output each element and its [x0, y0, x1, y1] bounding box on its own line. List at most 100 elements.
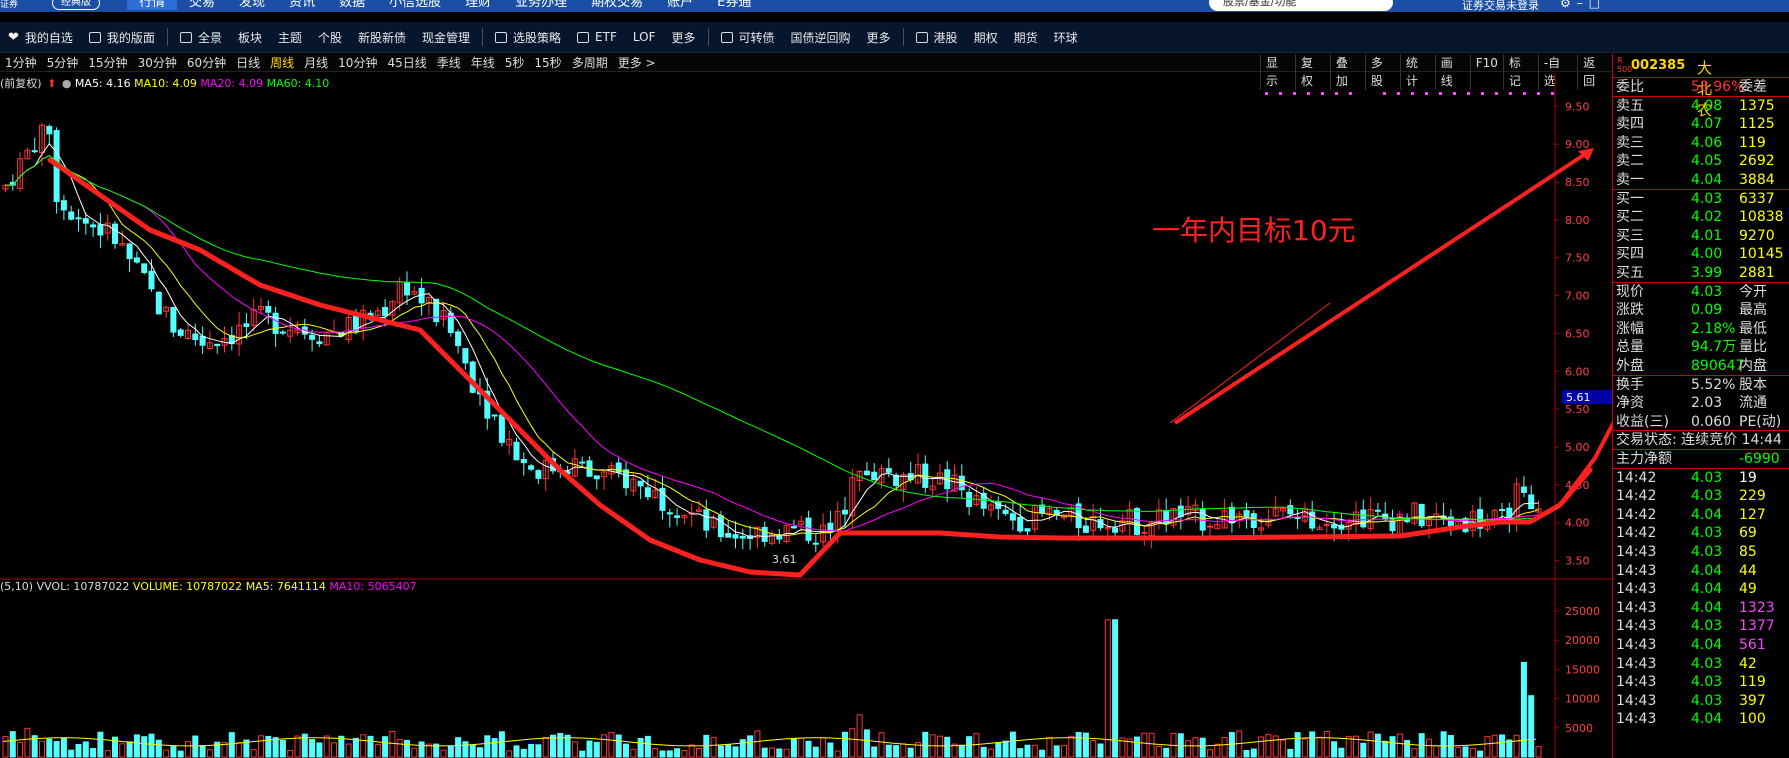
toolbar-item[interactable]: 港股	[908, 22, 966, 52]
main-menu-item[interactable]: 资讯	[277, 0, 327, 10]
main-menu-item[interactable]: 账户	[655, 0, 705, 10]
bid-row[interactable]: 买一 4.03 6337	[1613, 190, 1789, 208]
period-tab[interactable]: 15秒	[529, 54, 566, 72]
period-tab[interactable]: 30分钟	[133, 54, 182, 72]
settings-icon[interactable]: ⚙	[1560, 0, 1577, 10]
tick-row[interactable]: 14:43 4.04 1323	[1613, 599, 1789, 617]
main-menu-item[interactable]: 行情	[127, 0, 178, 10]
period-tab[interactable]: 5分钟	[42, 54, 84, 72]
tick-row[interactable]: 14:42 4.03 229	[1613, 487, 1789, 505]
period-tab[interactable]: 45日线	[382, 54, 431, 72]
toolbar-item[interactable]: 环球	[1046, 22, 1086, 52]
toolbar-item[interactable]: ETF	[569, 22, 625, 52]
ask-row[interactable]: 卖五 4.08 1375	[1613, 97, 1789, 115]
tick-row[interactable]: 14:43 4.03 397	[1613, 692, 1789, 710]
toolbar-item[interactable]: 可转债	[713, 22, 783, 52]
toolbar-item[interactable]: 主题	[270, 22, 310, 52]
candle-body	[1024, 528, 1031, 532]
toolbar-item[interactable]: 新股新债	[350, 22, 414, 52]
edition-selector[interactable]: 经典版	[52, 0, 100, 10]
tick-row[interactable]: 14:43 4.03 119	[1613, 673, 1789, 691]
tick-row[interactable]: 14:43 4.04 100	[1613, 710, 1789, 728]
quote-row[interactable]: 涨跌 0.09 最高	[1613, 301, 1789, 319]
tick-row[interactable]: 14:43 4.03 42	[1613, 655, 1789, 673]
main-menu-item[interactable]: E券通	[705, 0, 763, 10]
tick-row[interactable]: 14:43 4.04 49	[1613, 580, 1789, 598]
tick-row[interactable]: 14:42 4.03 19	[1613, 469, 1789, 487]
maximize-icon[interactable]: □	[1589, 0, 1606, 10]
toolbar-item[interactable]: 我的版面	[81, 22, 163, 52]
toolbar-item[interactable]: 期货	[1006, 22, 1046, 52]
toolbar-item[interactable]: 现金管理	[414, 22, 478, 52]
toolbar-item[interactable]: 个股	[310, 22, 350, 52]
bid-row[interactable]: 买四 4.00 10145	[1613, 245, 1789, 263]
stock-code[interactable]: 002385	[1631, 58, 1685, 73]
login-status[interactable]: 证券交易未登录	[1462, 0, 1539, 12]
volume-bar	[936, 735, 943, 758]
period-tab[interactable]: 5秒	[500, 54, 530, 72]
volume-bar	[133, 734, 140, 758]
period-tab[interactable]: 10分钟	[333, 54, 382, 72]
main-menu-item[interactable]: 交易	[177, 0, 227, 10]
toolbar-item[interactable]: 板块	[230, 22, 270, 52]
broker-logo[interactable]: 证券	[0, 0, 18, 10]
tick-row[interactable]: 14:43 4.04 561	[1613, 636, 1789, 654]
toolbar-item[interactable]: ❤ 我的自选	[0, 22, 81, 52]
tick-row[interactable]: 14:43 4.04 44	[1613, 562, 1789, 580]
period-tab[interactable]: 月线	[299, 54, 333, 72]
trade-status[interactable]: 交易状态: 连续竞价 14:44	[1613, 431, 1789, 449]
window-controls[interactable]: ⚙–□	[1560, 0, 1606, 10]
toolbar-item[interactable]: 更多	[663, 22, 703, 52]
bid-row[interactable]: 买三 4.01 9270	[1613, 227, 1789, 245]
kline-svg[interactable]: 9.50 9.00 8.50 8.00 7.50 7.00 6.50 6.00 5.50 5.00…	[0, 73, 1612, 758]
volume-bar	[418, 741, 425, 758]
main-menu-item[interactable]: 发现	[227, 0, 277, 10]
tick-row[interactable]: 14:42 4.04 127	[1613, 506, 1789, 524]
period-tab[interactable]: 1分钟	[0, 54, 42, 72]
toolbar-item[interactable]: 期权	[966, 22, 1006, 52]
tick-row[interactable]: 14:42 4.03 69	[1613, 524, 1789, 542]
main-menu-item[interactable]: 小信选股	[377, 0, 453, 10]
period-tab[interactable]: 15分钟	[83, 54, 132, 72]
period-tab[interactable]: 日线	[231, 54, 265, 72]
tick-row[interactable]: 14:43 4.03 85	[1613, 543, 1789, 561]
quote-row[interactable]: 现价 4.03 今开	[1613, 283, 1789, 301]
ask-row[interactable]: 卖四 4.07 1125	[1613, 115, 1789, 133]
main-menu-item[interactable]: 业务办理	[503, 0, 579, 10]
quote-row[interactable]: 外盘 890647 内盘	[1613, 357, 1789, 375]
ask-row[interactable]: 卖三 4.06 119	[1613, 134, 1789, 152]
period-tab[interactable]: 周线	[265, 54, 299, 72]
quote-row[interactable]: 收益(三) 0.060 PE(动)	[1613, 413, 1789, 431]
period-tab[interactable]: 多周期	[567, 54, 613, 72]
candle-body	[265, 305, 272, 313]
bid-row[interactable]: 买五 3.99 2881	[1613, 264, 1789, 282]
main-menu-item[interactable]: 理财	[453, 0, 503, 10]
kline-chart[interactable]: 9.50 9.00 8.50 8.00 7.50 7.00 6.50 6.00 5.50 5.00…	[0, 73, 1612, 758]
ask-row[interactable]: 卖一 4.04 3884	[1613, 171, 1789, 189]
tick-row-label: 14:43	[1616, 581, 1657, 598]
toolbar-item[interactable]: 选股策略	[487, 22, 569, 52]
toolbar-item[interactable]: 更多	[859, 22, 899, 52]
quote-row[interactable]: 涨幅 2.18% 最低	[1613, 320, 1789, 338]
main-menu-item[interactable]: 数据	[327, 0, 377, 10]
volume-bar	[710, 736, 717, 758]
minimize-icon[interactable]: –	[1577, 0, 1589, 10]
bid-row[interactable]: 买二 4.02 10838	[1613, 208, 1789, 226]
quote-row[interactable]: 换手 5.52% 股本	[1613, 376, 1789, 394]
candle-body	[192, 333, 199, 341]
quote-row[interactable]: 净资 2.03 流通	[1613, 394, 1789, 412]
main-flow-row[interactable]: 主力净额 -6990	[1613, 450, 1789, 468]
quote-row[interactable]: 总量 94.7万 量比	[1613, 338, 1789, 356]
search-input[interactable]: 股票/基金/功能	[1209, 0, 1393, 11]
period-tab[interactable]: 年线	[466, 54, 500, 72]
ask-row[interactable]: 卖二 4.05 2692	[1613, 152, 1789, 170]
period-tab[interactable]: 更多 >	[613, 54, 661, 72]
period-tab[interactable]: 季线	[432, 54, 466, 72]
main-menu-item[interactable]: 期权交易	[579, 0, 655, 10]
weibi-row[interactable]: 委比 58.96% 委差	[1613, 78, 1789, 96]
toolbar-item[interactable]: 全景	[172, 22, 230, 52]
period-tab[interactable]: 60分钟	[182, 54, 231, 72]
toolbar-item[interactable]: LOF	[625, 22, 664, 52]
tick-row[interactable]: 14:43 4.03 1377	[1613, 617, 1789, 635]
toolbar-item[interactable]: 国债逆回购	[783, 22, 859, 52]
